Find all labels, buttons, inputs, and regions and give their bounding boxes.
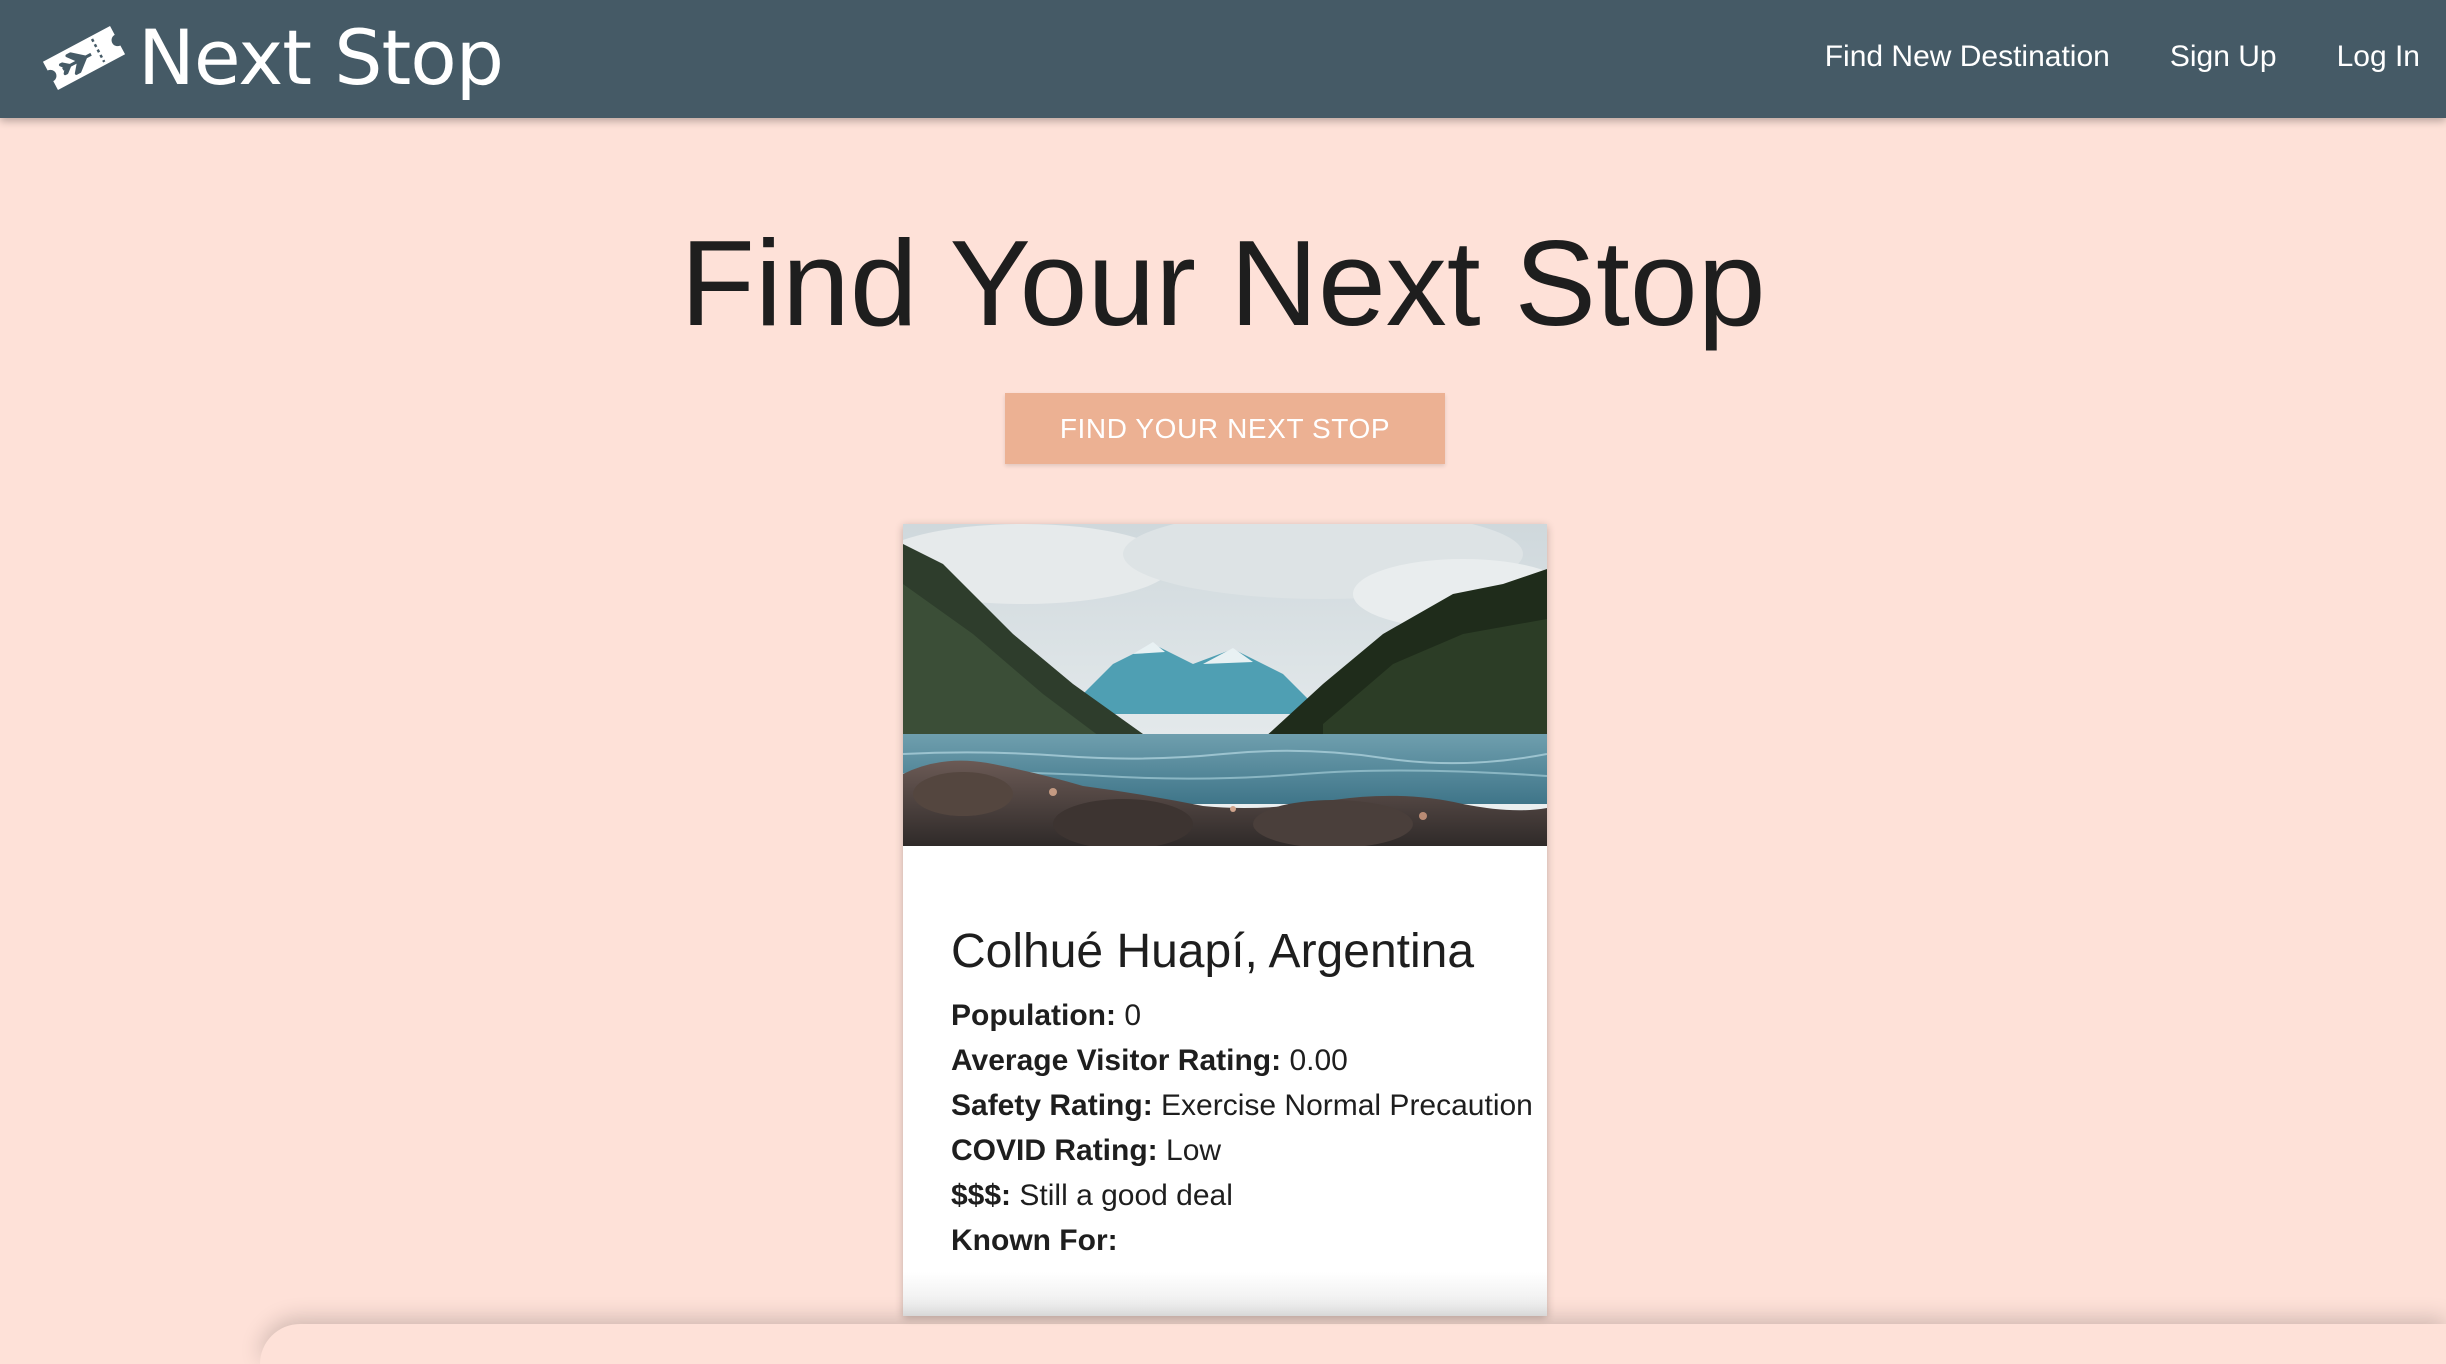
page-title: Find Your Next Stop <box>680 215 1766 351</box>
nav-links: Find New Destination Sign Up Log In <box>1765 0 2420 114</box>
detail-value: Exercise Normal Precaution <box>1161 1089 1533 1123</box>
destination-card: Colhué Huapí, Argentina Population: 0 Av… <box>903 524 1547 1316</box>
detail-value: 0 <box>1124 999 1142 1033</box>
detail-value: 0.00 <box>1289 1044 1348 1078</box>
detail-label: Average Visitor Rating: <box>951 1044 1282 1078</box>
navbar: Next Stop Find New Destination Sign Up L… <box>0 0 2446 118</box>
find-next-stop-button[interactable]: FIND YOUR NEXT STOP <box>1005 393 1445 464</box>
detail-label: Safety Rating: <box>951 1089 1153 1123</box>
destination-details: Population: 0 Average Visitor Rating: 0.… <box>951 993 1533 1263</box>
main-content: Find Your Next Stop FIND YOUR NEXT STOP <box>0 118 2446 1334</box>
plane-ticket-icon <box>42 26 126 90</box>
destination-title: Colhué Huapí, Argentina <box>951 925 1475 978</box>
brand-logo-link[interactable]: Next Stop <box>34 8 504 108</box>
detail-label: COVID Rating: <box>951 1134 1158 1168</box>
detail-covid-rating: COVID Rating: Low <box>951 1128 1527 1173</box>
detail-population: Population: 0 <box>951 993 1527 1038</box>
brand-name: Next Stop <box>138 13 504 102</box>
detail-average-visitor-rating: Average Visitor Rating: 0.00 <box>951 1038 1527 1083</box>
nav-find-new-destination[interactable]: Find New Destination <box>1825 40 2110 74</box>
detail-safety-rating: Safety Rating: Exercise Normal Precautio… <box>951 1083 1533 1128</box>
detail-value: Still a good deal <box>1019 1179 1233 1213</box>
nav-sign-up[interactable]: Sign Up <box>2170 40 2277 74</box>
detail-value: Low <box>1166 1134 1222 1168</box>
detail-cost: $$$: Still a good deal <box>951 1173 1527 1218</box>
card-body: Colhué Huapí, Argentina Population: 0 Av… <box>951 846 1533 1263</box>
card-fade <box>903 1272 1547 1316</box>
detail-label: Population: <box>951 999 1116 1033</box>
detail-known-for: Known For: <box>951 1218 1527 1263</box>
detail-label: Known For: <box>951 1224 1118 1258</box>
nav-log-in[interactable]: Log In <box>2337 40 2420 74</box>
destination-photo <box>903 524 1547 846</box>
detail-label: $$$: <box>951 1179 1012 1213</box>
bottom-panel-shadow <box>260 1324 2446 1364</box>
